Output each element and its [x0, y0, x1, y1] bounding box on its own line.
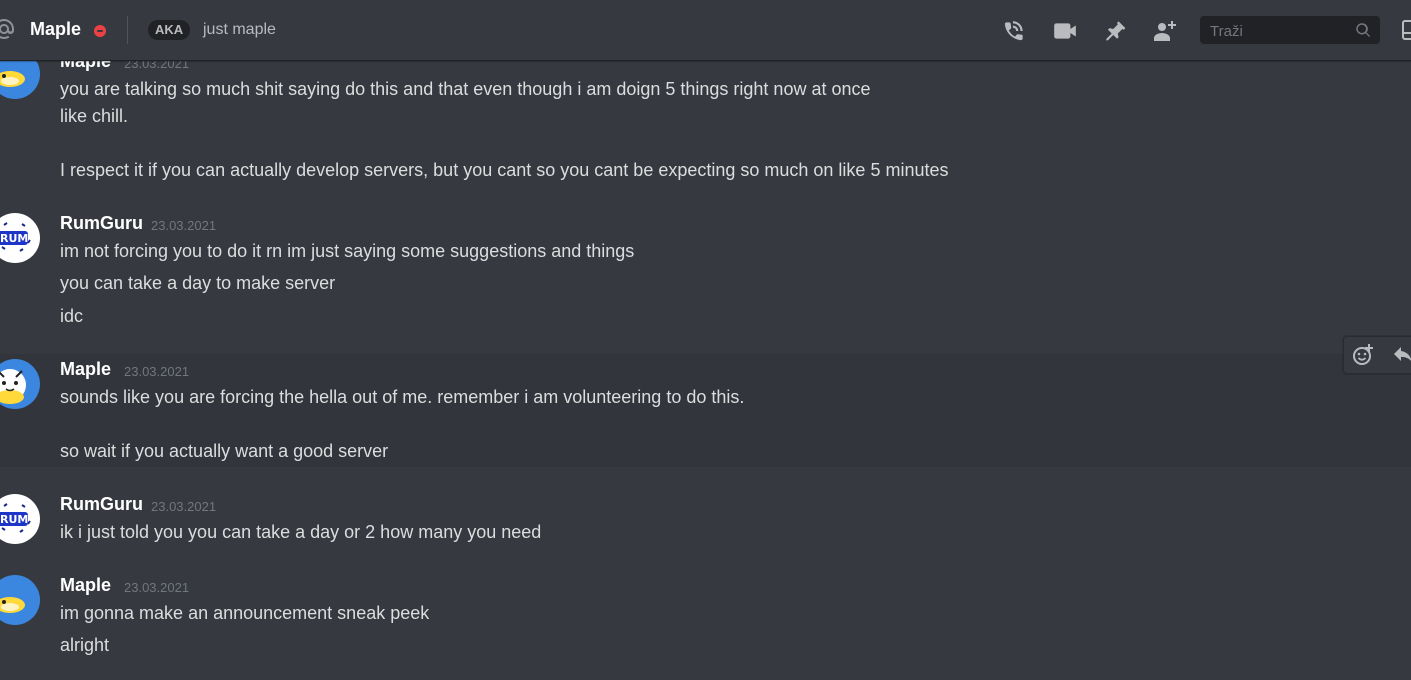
dm-recipient-name[interactable]: Maple: [30, 19, 81, 40]
add-friend-icon[interactable]: [1152, 18, 1178, 44]
svg-text:RUM: RUM: [0, 232, 28, 245]
voice-call-icon[interactable]: [1001, 18, 1027, 44]
message-content: alright: [60, 635, 110, 655]
message-content: ik i just told you you can take a day or…: [60, 522, 542, 542]
message-author[interactable]: Maple: [60, 359, 111, 380]
aka-badge: AKA: [148, 20, 191, 40]
message-content: you can take a day to make server: [60, 273, 336, 293]
avatar[interactable]: [0, 575, 40, 625]
message-timestamp: 23.03.2021: [124, 364, 190, 379]
message-content: like chill.: [60, 106, 129, 126]
avatar[interactable]: RUM: [0, 494, 40, 544]
aka-nickname: just maple: [203, 21, 276, 38]
message-content: you are talking so much shit saying do t…: [60, 79, 871, 99]
message-hover-toolbar: [1343, 336, 1411, 374]
add-reaction-icon[interactable]: [1350, 342, 1376, 368]
header-divider: [127, 16, 128, 44]
search-bar[interactable]: [1200, 16, 1380, 44]
message-author[interactable]: RumGuru: [60, 494, 143, 515]
message-timestamp: 23.03.2021: [151, 218, 217, 233]
message-timestamp: 23.03.2021: [124, 580, 190, 595]
inbox-icon[interactable]: [1400, 18, 1411, 42]
message-timestamp: 23.03.2021: [151, 499, 217, 514]
message-author[interactable]: RumGuru: [60, 213, 143, 234]
reply-icon[interactable]: [1390, 342, 1411, 368]
message-content: I respect it if you can actually develop…: [60, 160, 949, 180]
search-icon: [1356, 23, 1371, 37]
message-list: Maple 23.03.2021 you are talking so much…: [0, 49, 1411, 680]
svg-text:RUM: RUM: [0, 513, 28, 526]
message-content: sounds like you are forcing the hella ou…: [60, 387, 745, 407]
pin-icon[interactable]: [1102, 18, 1128, 44]
message-content: im not forcing you to do it rn im just s…: [60, 241, 635, 261]
search-input[interactable]: [1208, 20, 1352, 42]
avatar[interactable]: RUM: [0, 213, 40, 263]
video-call-icon[interactable]: [1052, 18, 1078, 44]
message-author[interactable]: Maple: [60, 575, 111, 596]
channel-header: Maple AKA just maple: [0, 0, 1411, 61]
at-icon: [0, 19, 14, 39]
message-content: idc: [60, 306, 84, 326]
message-content: so wait if you actually want a good serv…: [60, 441, 389, 461]
message-content: im gonna make an announcement sneak peek: [60, 603, 430, 623]
dnd-status-icon: [94, 25, 106, 37]
